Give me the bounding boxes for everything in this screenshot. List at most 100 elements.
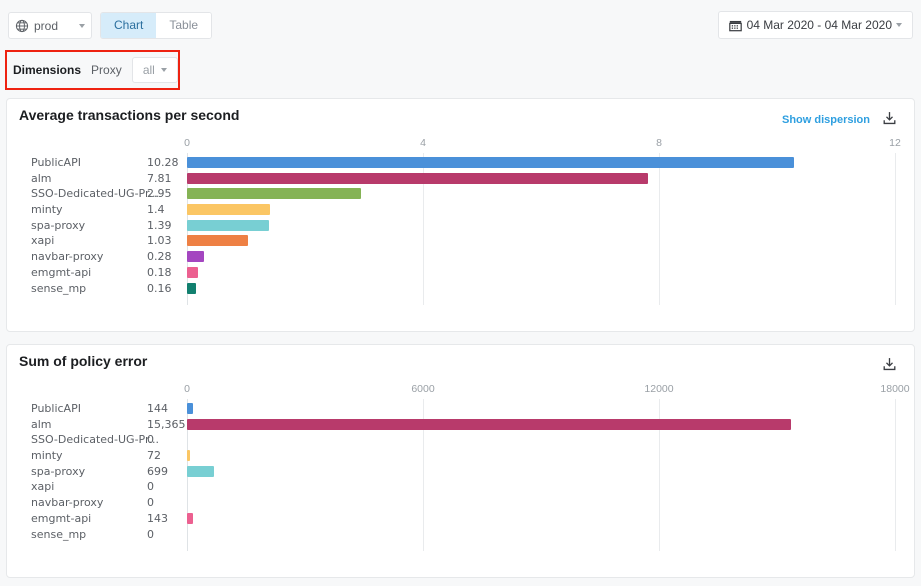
bar[interactable] xyxy=(187,267,198,278)
bar-row[interactable]: alm 15,365 xyxy=(7,417,914,433)
bar[interactable] xyxy=(187,450,190,461)
bar-row-label: sense_mp xyxy=(31,528,86,541)
bar-row[interactable]: sense_mp 0 xyxy=(7,527,914,543)
bar-row[interactable]: xapi1.03 xyxy=(7,233,914,249)
bar[interactable] xyxy=(187,220,269,231)
top-toolbar: prod Chart Table 04 Mar 2020 - 04 Mar 20… xyxy=(0,0,921,47)
bar-row-label: alm xyxy=(31,418,52,431)
bar-row-value: 143 xyxy=(147,512,168,525)
bar-row[interactable]: emgmt-api 0.18 xyxy=(7,265,914,281)
bar-row-value: 72 xyxy=(147,449,161,462)
bar-row-value: 1.03 xyxy=(147,234,172,247)
bar-row[interactable]: PublicAPI 10.28 xyxy=(7,155,914,171)
x-axis-ticks-chart-1: 04812 xyxy=(7,137,914,151)
bar-row-label: emgmt-api xyxy=(31,512,91,525)
bar-row-value: 1.4 xyxy=(147,203,165,216)
bar-row-label: SSO-Dedicated-UG-Pr... xyxy=(31,187,159,200)
tab-chart[interactable]: Chart xyxy=(101,13,156,38)
bar-row-value: 0 xyxy=(147,496,154,509)
bar-row-value: 2.95 xyxy=(147,187,172,200)
bar-row-label: xapi xyxy=(31,480,54,493)
bar-row[interactable]: spa-proxy 699 xyxy=(7,464,914,480)
bar[interactable] xyxy=(187,466,214,477)
bar-row-label: minty xyxy=(31,449,63,462)
show-dispersion-link[interactable]: Show dispersion xyxy=(782,114,870,126)
bar-row-value: 0.18 xyxy=(147,266,172,279)
bar[interactable] xyxy=(187,513,193,524)
x-axis-ticks-chart-2: 060001200018000 xyxy=(7,383,914,397)
bar-row-value: 1.39 xyxy=(147,219,172,232)
bar-row[interactable]: alm7.81 xyxy=(7,171,914,187)
bar-row[interactable]: minty 1.4 xyxy=(7,202,914,218)
bar-row[interactable]: navbar-proxy 0 xyxy=(7,495,914,511)
dimensions-filter-group: Dimensions Proxy all xyxy=(5,50,180,90)
bar-rows-chart-1: PublicAPI 10.28 alm7.81SSO-Dedicated-UG-Pr… xyxy=(7,155,914,296)
bar[interactable] xyxy=(187,157,794,168)
view-toggle-group[interactable]: Chart Table xyxy=(100,12,212,39)
environment-selector[interactable]: prod xyxy=(8,12,92,39)
bar-row-label: SSO-Dedicated-UG-Pr... xyxy=(31,433,159,446)
chart-card-sum-policy-error: Sum of policy error 060001200018000 Publ… xyxy=(6,344,915,578)
chevron-down-icon xyxy=(79,24,85,28)
bar-row-value: 0.16 xyxy=(147,282,172,295)
bar-row-value: 0 xyxy=(147,480,154,493)
bar[interactable] xyxy=(187,419,791,430)
bar-row-label: sense_mp xyxy=(31,282,86,295)
bar[interactable] xyxy=(187,204,270,215)
chart-card-average-transactions: Average transactions per second Show dis… xyxy=(6,98,915,332)
download-icon[interactable] xyxy=(881,356,898,373)
bar-row-value: 0 xyxy=(147,433,154,446)
bar-row[interactable]: xapi 0 xyxy=(7,479,914,495)
bar[interactable] xyxy=(187,251,204,262)
bar[interactable] xyxy=(187,173,648,184)
bar-row[interactable]: minty 72 xyxy=(7,448,914,464)
bar[interactable] xyxy=(187,403,193,414)
bar-row-label: minty xyxy=(31,203,63,216)
download-icon[interactable] xyxy=(881,110,898,127)
bar-row[interactable]: SSO-Dedicated-UG-Pr...2.95 xyxy=(7,186,914,202)
bar-row-label: navbar-proxy xyxy=(31,496,103,509)
page-title: Sum of policy error xyxy=(19,353,147,369)
bar-row-label: spa-proxy xyxy=(31,465,85,478)
bar-row-label: PublicAPI xyxy=(31,156,81,169)
bar-chart-average-transactions: 04812 PublicAPI10.28alm7.81SSO-Dedicated… xyxy=(7,137,914,327)
date-range-picker[interactable]: 04 Mar 2020 - 04 Mar 2020 xyxy=(718,11,913,39)
date-range-label: 04 Mar 2020 - 04 Mar 2020 xyxy=(747,18,892,32)
x-tick-label: 0 xyxy=(184,383,190,395)
dimensions-label: Dimensions xyxy=(13,63,81,77)
bar-row-value: 10.28 xyxy=(147,156,179,169)
globe-icon xyxy=(15,19,29,33)
chevron-down-icon xyxy=(161,68,167,72)
bar[interactable] xyxy=(187,283,196,294)
bar-row-value: 0.28 xyxy=(147,250,172,263)
bar-row-value: 0 xyxy=(147,528,154,541)
bar-row[interactable]: spa-proxy1.39 xyxy=(7,218,914,234)
bar-row[interactable]: emgmt-api 143 xyxy=(7,511,914,527)
bar-row[interactable]: PublicAPI 144 xyxy=(7,401,914,417)
bar-row[interactable]: SSO-Dedicated-UG-Pr...0 xyxy=(7,432,914,448)
bar-row[interactable]: navbar-proxy 0.28 xyxy=(7,249,914,265)
bar-row-label: emgmt-api xyxy=(31,266,91,279)
bar-row-value: 699 xyxy=(147,465,168,478)
x-tick-label: 4 xyxy=(420,137,426,149)
chevron-down-icon xyxy=(896,23,902,27)
x-tick-label: 18000 xyxy=(880,383,909,395)
bar[interactable] xyxy=(187,235,248,246)
x-tick-label: 0 xyxy=(184,137,190,149)
bar[interactable] xyxy=(187,188,361,199)
x-tick-label: 12 xyxy=(889,137,901,149)
dimension-proxy-label: Proxy xyxy=(91,63,122,77)
environment-label: prod xyxy=(34,19,75,33)
calendar-icon xyxy=(729,19,742,32)
page-title: Average transactions per second xyxy=(19,107,239,123)
bar-row-value: 144 xyxy=(147,402,168,415)
proxy-select-value: all xyxy=(143,63,155,77)
bar-row-label: navbar-proxy xyxy=(31,250,103,263)
bar-row-value: 15,365 xyxy=(147,418,186,431)
bar-row-label: PublicAPI xyxy=(31,402,81,415)
tab-table[interactable]: Table xyxy=(156,13,211,38)
bar-row[interactable]: sense_mp 0.16 xyxy=(7,281,914,297)
x-tick-label: 6000 xyxy=(411,383,434,395)
bar-rows-chart-2: PublicAPI144alm15,365SSO-Dedicated-UG-Pr… xyxy=(7,401,914,542)
proxy-select[interactable]: all xyxy=(132,57,178,83)
